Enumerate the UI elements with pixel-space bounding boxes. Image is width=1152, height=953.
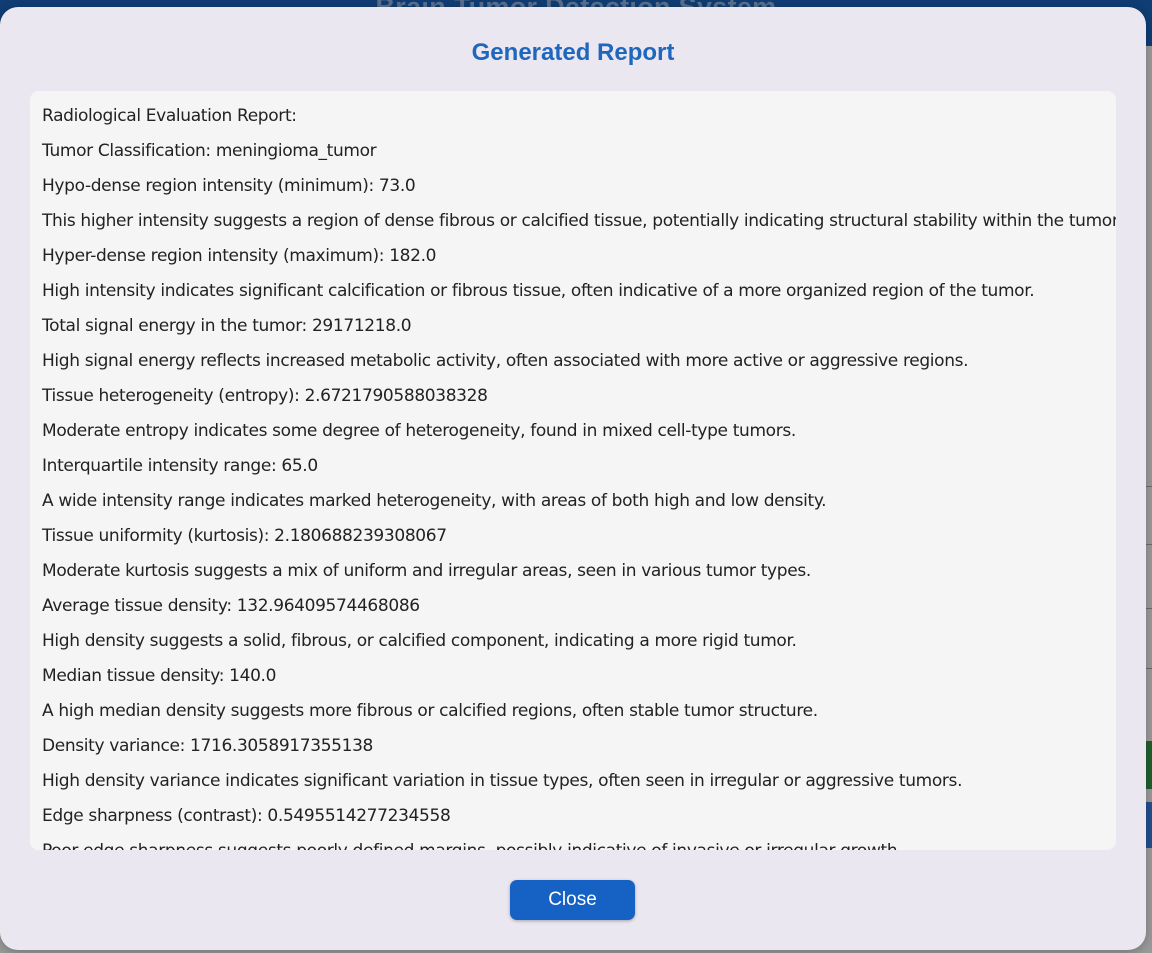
- report-dialog: Generated Report Radiological Evaluation…: [0, 7, 1146, 950]
- report-line: Hypo-dense region intensity (minimum): 7…: [42, 176, 416, 196]
- report-line: A wide intensity range indicates marked …: [42, 491, 827, 511]
- report-line: High density variance indicates signific…: [42, 771, 963, 791]
- report-line: Median tissue density: 140.0: [42, 666, 277, 686]
- report-line: This higher intensity suggests a region …: [42, 211, 1116, 231]
- report-line: Tumor Classification: meningioma_tumor: [42, 141, 377, 161]
- report-line: High density suggests a solid, fibrous, …: [42, 631, 797, 651]
- report-line: Tissue uniformity (kurtosis): 2.18068823…: [42, 526, 447, 546]
- report-line: High intensity indicates significant cal…: [42, 281, 1035, 301]
- report-line: Moderate kurtosis suggests a mix of unif…: [42, 561, 811, 581]
- report-line: Density variance: 1716.3058917355138: [42, 736, 374, 756]
- report-line: High signal energy reflects increased me…: [42, 351, 969, 371]
- report-lines: Radiological Evaluation Report: Tumor Cl…: [30, 91, 1116, 850]
- report-line: Average tissue density: 132.964095744680…: [42, 596, 420, 616]
- report-line: Interquartile intensity range: 65.0: [42, 456, 318, 476]
- close-button[interactable]: Close: [510, 880, 635, 920]
- report-content-scroll[interactable]: Radiological Evaluation Report: Tumor Cl…: [30, 91, 1116, 850]
- report-line: Radiological Evaluation Report:: [42, 106, 297, 126]
- report-line: Hyper-dense region intensity (maximum): …: [42, 246, 437, 266]
- report-line: Poor edge sharpness suggests poorly defi…: [42, 841, 1116, 850]
- report-line: Total signal energy in the tumor: 291712…: [42, 316, 412, 336]
- report-line: Tissue heterogeneity (entropy): 2.672179…: [42, 386, 488, 406]
- report-line: A high median density suggests more fibr…: [42, 701, 818, 721]
- report-line: Moderate entropy indicates some degree o…: [42, 421, 796, 441]
- report-line: Edge sharpness (contrast): 0.54955142772…: [42, 806, 451, 826]
- dialog-title: Generated Report: [471, 39, 675, 66]
